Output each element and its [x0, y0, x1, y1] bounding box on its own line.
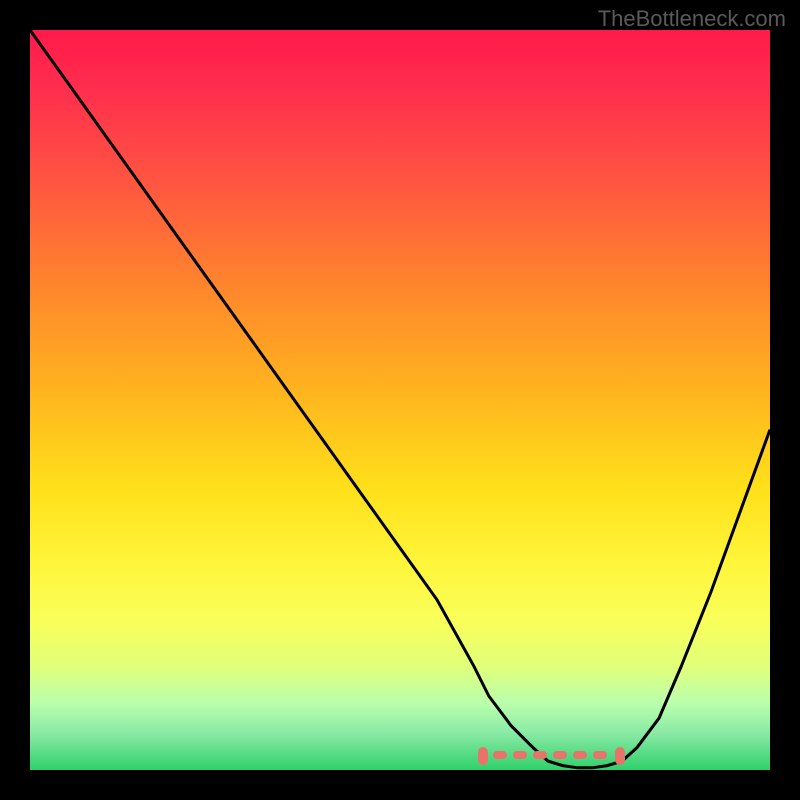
marker-segment — [573, 751, 587, 759]
bottleneck-curve — [30, 30, 770, 768]
marker-segment — [533, 751, 547, 759]
marker-segment — [553, 751, 567, 759]
chart-plot-area — [30, 30, 770, 770]
marker-segment — [513, 751, 527, 759]
marker-end-right — [615, 747, 625, 765]
marker-segment — [593, 751, 607, 759]
marker-end-left — [478, 747, 488, 765]
marker-segment — [493, 751, 507, 759]
curve-svg — [30, 30, 770, 770]
watermark-text: TheBottleneck.com — [598, 6, 786, 32]
